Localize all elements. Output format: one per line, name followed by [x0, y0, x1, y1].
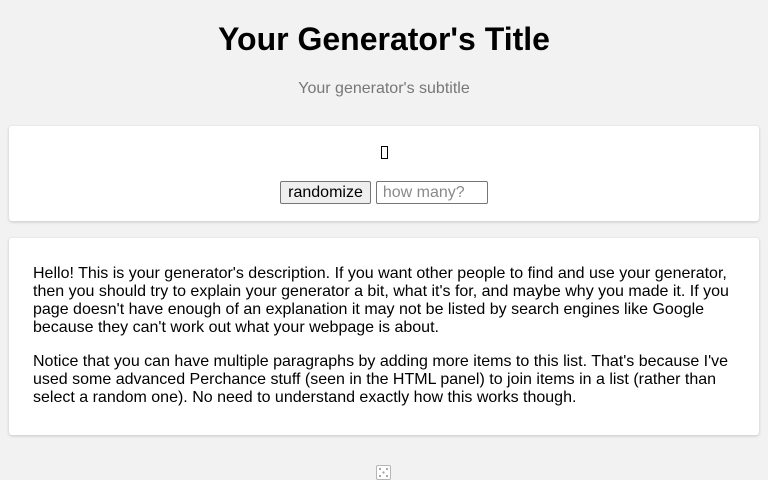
randomize-button[interactable]: randomize [280, 181, 371, 204]
page-subtitle: Your generator's subtitle [298, 80, 470, 97]
generator-controls: randomize [0, 181, 768, 204]
generated-output [0, 142, 768, 164]
description: Hello! This is your generator's descript… [33, 265, 738, 423]
how-many-input[interactable] [375, 181, 488, 204]
description-paragraph: Hello! This is your generator's descript… [33, 265, 729, 336]
dice-icon[interactable] [376, 465, 391, 480]
output-card [9, 126, 759, 221]
page-title: Your Generator's Title [218, 21, 550, 57]
description-paragraph: Notice that you can have multiple paragr… [33, 353, 729, 406]
missing-glyph-icon [380, 146, 388, 159]
